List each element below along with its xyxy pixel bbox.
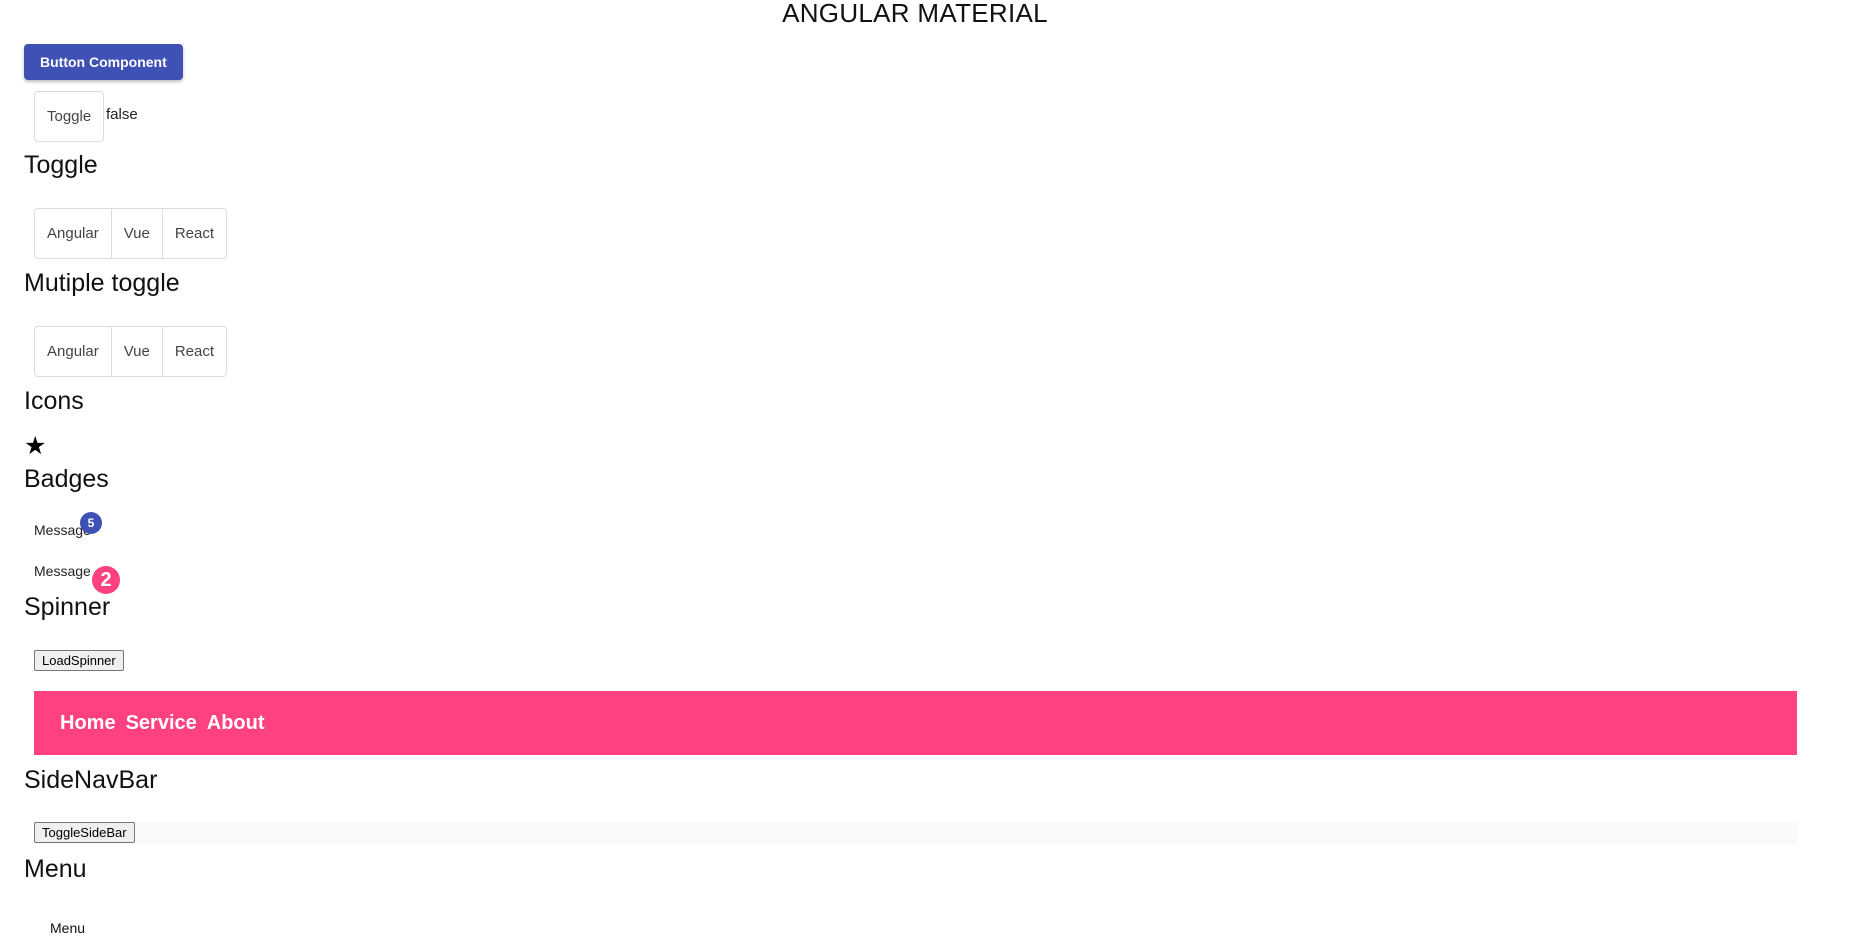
- single-toggle-group: Toggle: [34, 91, 105, 142]
- message-label: Message: [34, 563, 91, 579]
- load-spinner-button[interactable]: LoadSpinner: [34, 650, 124, 671]
- page-title: ANGULAR MATERIAL: [782, 0, 1048, 28]
- badges-heading: Badges: [24, 465, 109, 493]
- nav-link-service[interactable]: Service: [126, 712, 197, 735]
- multi-toggle-option-angular[interactable]: Angular: [35, 327, 112, 376]
- button-component[interactable]: Button Component: [24, 44, 183, 80]
- sidenav-container: [34, 822, 1797, 844]
- toggle-state-value: false: [106, 106, 138, 123]
- sidenav-heading: SideNavBar: [24, 766, 158, 794]
- multiple-toggle-heading: Mutiple toggle: [24, 269, 180, 297]
- multi-toggle-option-vue[interactable]: Vue: [112, 327, 163, 376]
- multi-toggle-option-react[interactable]: React: [163, 327, 226, 376]
- spinner-heading: Spinner: [24, 593, 111, 621]
- nav-toolbar: Home Service About: [34, 691, 1797, 755]
- toggle-sidebar-button[interactable]: ToggleSideBar: [34, 822, 135, 843]
- icons-heading: Icons: [24, 387, 84, 415]
- page: ANGULAR MATERIAL Button Component Toggle…: [0, 0, 1869, 943]
- toggle-option-angular[interactable]: Angular: [35, 209, 112, 258]
- nav-link-about[interactable]: About: [207, 712, 265, 735]
- menu-heading: Menu: [24, 855, 87, 883]
- message-badge: 2: [92, 566, 120, 594]
- star-icon: ★: [24, 432, 47, 460]
- toggle-heading: Toggle: [24, 151, 98, 179]
- message-badge: 5: [80, 512, 102, 534]
- nav-link-home[interactable]: Home: [60, 712, 116, 735]
- toggle-button-group: Angular Vue React: [34, 208, 228, 259]
- single-toggle-button[interactable]: Toggle: [35, 92, 103, 141]
- toggle-option-react[interactable]: React: [163, 209, 226, 258]
- multiple-toggle-button-group: Angular Vue React: [34, 326, 228, 377]
- menu-trigger-button[interactable]: Menu: [50, 920, 85, 936]
- toggle-option-vue[interactable]: Vue: [112, 209, 163, 258]
